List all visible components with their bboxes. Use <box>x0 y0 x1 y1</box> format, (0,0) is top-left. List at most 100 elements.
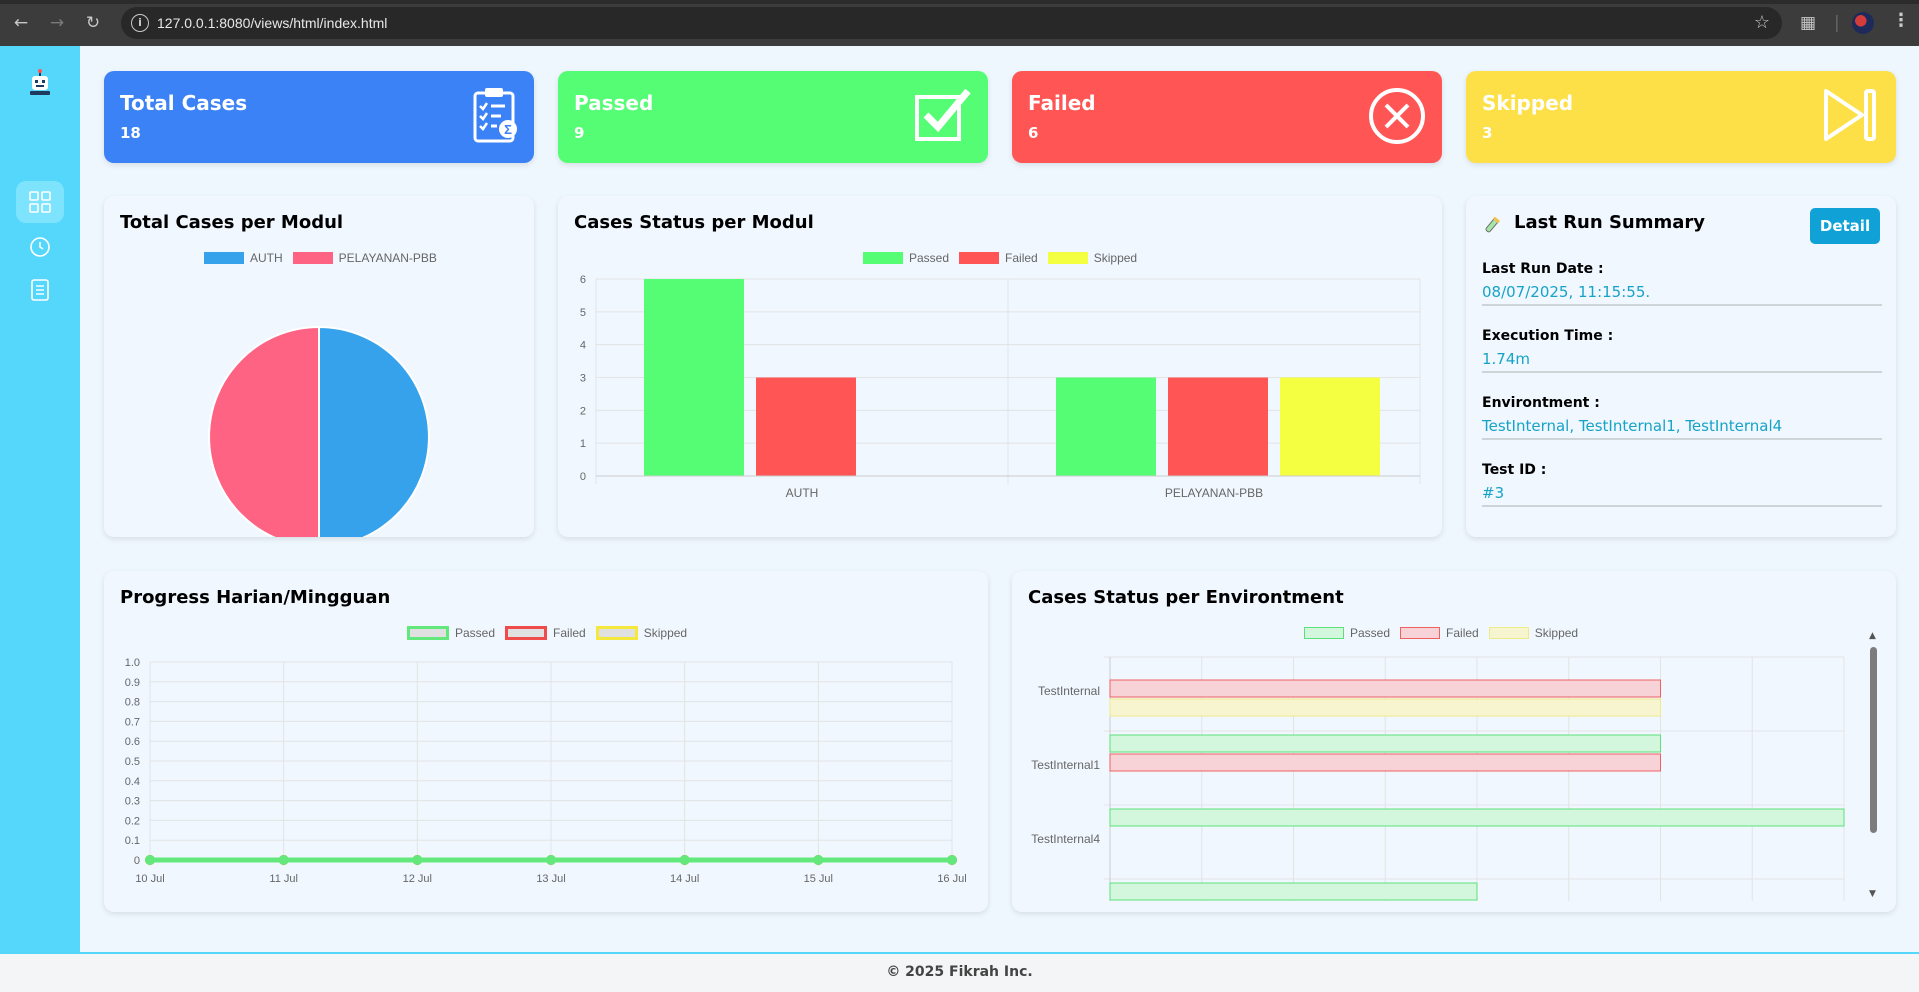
summary-value: #3 <box>1482 484 1882 507</box>
progress-chart-panel: Progress Harian/Mingguan Passed Failed S… <box>104 571 988 912</box>
last-run-summary-panel: Last Run Summary Detail Last Run Date : … <box>1466 196 1896 537</box>
summary-label: Last Run Date : <box>1482 261 1604 277</box>
sidebar-item-dashboard[interactable] <box>16 181 64 223</box>
clipboard-list-icon: Σ <box>473 88 517 143</box>
main-content: Total Cases 18 Σ Passed 9 Failed 6 Skipp… <box>80 46 1919 952</box>
address-bar[interactable]: i 127.0.0.1:8080/views/html/index.html ☆ <box>121 7 1782 39</box>
x-tick-label: 12 Jul <box>403 873 432 885</box>
bookmark-star-icon[interactable]: ☆ <box>1754 12 1770 33</box>
skipped-title: Skipped <box>1482 91 1574 115</box>
skipped-card: Skipped 3 <box>1466 71 1896 163</box>
svg-text:Σ: Σ <box>504 122 512 137</box>
sidebar-item-reports[interactable] <box>16 269 64 311</box>
data-point-passed <box>947 855 957 865</box>
bar-passed <box>1109 808 1845 827</box>
summary-row-test-id: Test ID : #3 <box>1482 462 1882 507</box>
bar-chart-panel: Cases Status per Modul Passed Failed Ski… <box>558 196 1442 537</box>
scroll-up-arrow-icon[interactable]: ▲ <box>1869 631 1876 641</box>
scrollbar-thumb[interactable] <box>1870 647 1877 833</box>
data-point-passed <box>679 855 690 865</box>
summary-label: Test ID : <box>1482 462 1547 478</box>
x-tick-label: AUTH <box>786 486 819 500</box>
skip-forward-icon <box>1824 89 1876 141</box>
forward-arrow-icon[interactable]: → <box>46 12 68 34</box>
url-text[interactable]: 127.0.0.1:8080/views/html/index.html <box>157 14 387 32</box>
y-tick-label: 0.5 <box>125 756 140 768</box>
y-tick-label: 0.9 <box>125 677 140 689</box>
data-point-passed <box>145 855 155 865</box>
reload-icon[interactable]: ↻ <box>82 12 104 34</box>
bar-passed <box>1056 377 1156 476</box>
passed-value: 9 <box>574 124 585 142</box>
summary-value: TestInternal, TestInternal1, TestInterna… <box>1482 417 1882 440</box>
y-tick-label: 0.7 <box>125 716 140 728</box>
skipped-value: 3 <box>1482 124 1493 142</box>
y-tick-label: 0.3 <box>125 796 140 808</box>
environment-chart-panel: Cases Status per Environtment Passed Fai… <box>1012 571 1896 912</box>
tab-strip <box>0 0 1919 4</box>
scrollbar[interactable]: ▲ ▼ <box>1868 631 1880 901</box>
detail-button[interactable]: Detail <box>1810 208 1880 244</box>
summary-title: Last Run Summary <box>1514 212 1706 233</box>
test-tube-icon <box>1485 216 1500 233</box>
y-tick-label: 0 <box>134 855 140 867</box>
pie-slice-pelayanan-pbb <box>208 325 320 537</box>
extensions-icon[interactable]: ▦ <box>1800 12 1816 34</box>
x-tick-label: 15 Jul <box>804 873 833 885</box>
line-chart: 0 0.1 0.2 0.3 0.4 0.5 0.6 0.7 0.8 0.9 1.0 10 Jul 11 … <box>125 657 967 885</box>
summary-row-execution-time: Execution Time : 1.74m <box>1482 328 1882 373</box>
circle-x-icon <box>1369 88 1425 144</box>
total-cases-value: 18 <box>120 124 141 142</box>
y-tick-label: 6 <box>580 274 586 286</box>
x-tick-label: PELAYANAN-PBB <box>1165 486 1263 500</box>
x-tick-label: 10 Jul <box>135 873 164 885</box>
x-tick-label: 14 Jul <box>670 873 699 885</box>
data-point-passed <box>813 855 824 865</box>
passed-title: Passed <box>574 91 654 115</box>
pie-chart-panel: Total Cases per Modul AUTH PELAYANAN-PBB <box>104 196 534 537</box>
back-arrow-icon[interactable]: ← <box>10 12 32 34</box>
summary-row-environment: Environtment : TestInternal, TestInterna… <box>1482 395 1882 440</box>
y-tick-label: TestInternal1 <box>1031 758 1100 772</box>
footer: © 2025 Fikrah Inc. <box>0 952 1919 992</box>
passed-card: Passed 9 <box>558 71 988 163</box>
bar-failed <box>1168 377 1268 476</box>
sidebar-item-history[interactable] <box>16 226 64 268</box>
failed-title: Failed <box>1028 91 1096 115</box>
total-cases-title: Total Cases <box>120 91 248 115</box>
pie-slice-auth <box>318 325 430 537</box>
y-tick-label: 5 <box>580 307 586 319</box>
bar-chart: 0 1 2 3 4 5 6 AUTH PELAYANAN-PBB <box>580 274 1421 500</box>
toolbar-divider: | <box>1834 13 1840 33</box>
y-tick-label: 0.1 <box>125 835 140 847</box>
browser-toolbar: ← → ↻ i 127.0.0.1:8080/views/html/index.… <box>0 0 1919 46</box>
summary-value: 08/07/2025, 11:15:55. <box>1482 283 1882 306</box>
bar-skipped <box>1280 377 1380 476</box>
y-tick-label: 1.0 <box>125 657 140 669</box>
history-clock-icon <box>30 237 50 257</box>
checkbox-checked-icon <box>915 88 971 141</box>
x-tick-label: 16 Jul <box>937 873 966 885</box>
y-tick-label: 0.6 <box>125 736 140 748</box>
pie-chart <box>208 325 430 537</box>
dashboard-grid-icon <box>29 191 51 213</box>
profile-avatar[interactable] <box>1852 12 1874 34</box>
summary-row-last-run-date: Last Run Date : 08/07/2025, 11:15:55. <box>1482 261 1882 306</box>
y-tick-label: 1 <box>580 438 586 450</box>
scroll-down-arrow-icon[interactable]: ▼ <box>1869 889 1876 899</box>
bar-failed <box>1109 753 1661 772</box>
summary-label: Execution Time : <box>1482 328 1614 344</box>
bar-skipped <box>1109 698 1661 717</box>
total-cases-card: Total Cases 18 Σ <box>104 71 534 163</box>
y-tick-label: 0.8 <box>125 697 140 709</box>
failed-card: Failed 6 <box>1012 71 1442 163</box>
browser-menu-icon[interactable]: ⋮ <box>1892 10 1910 31</box>
bar-passed <box>1109 882 1478 901</box>
bar-failed <box>756 377 856 476</box>
sidebar <box>0 46 80 952</box>
app-logo-icon <box>30 69 50 95</box>
y-tick-label: 2 <box>580 405 586 417</box>
site-info-icon[interactable]: i <box>131 14 149 32</box>
bar-passed <box>1109 734 1661 753</box>
y-tick-label: 3 <box>580 373 586 385</box>
